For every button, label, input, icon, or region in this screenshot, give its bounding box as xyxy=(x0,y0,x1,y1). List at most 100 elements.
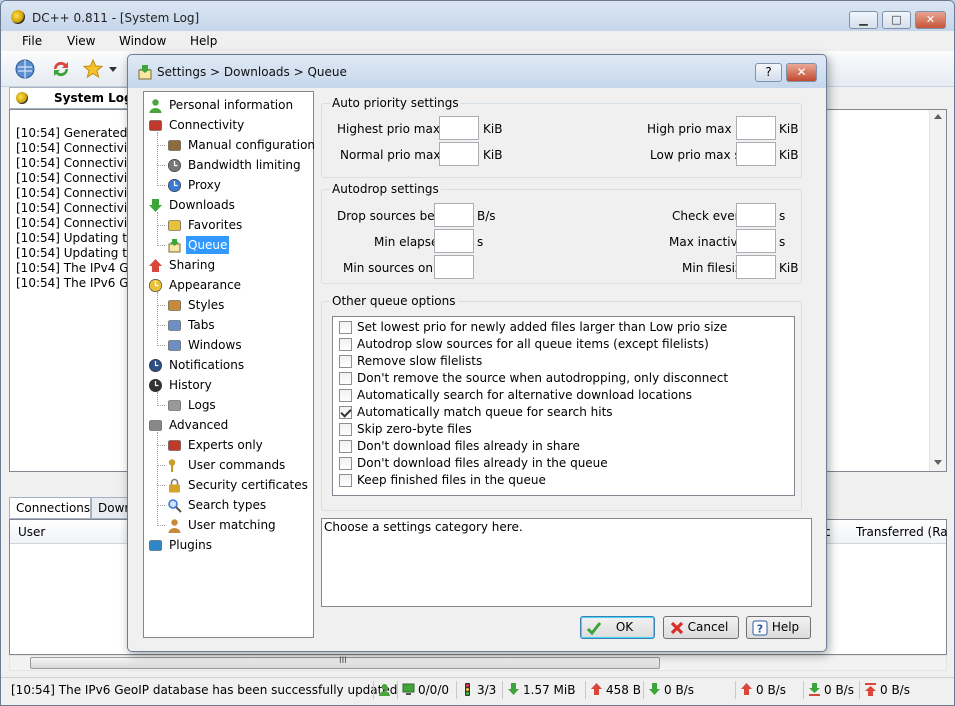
tree-item-label: Manual configuration xyxy=(188,138,316,152)
tree-item-label: Advanced xyxy=(169,418,229,432)
drop-sources-input[interactable] xyxy=(434,203,474,227)
tree-connector xyxy=(157,405,165,406)
min-elapsed-input[interactable] xyxy=(434,229,474,253)
horizontal-scrollbar[interactable]: III xyxy=(9,655,947,671)
min-elapsed-unit: s xyxy=(477,235,484,249)
checkbox[interactable] xyxy=(339,372,352,385)
menu-view[interactable]: View xyxy=(67,34,95,48)
tree-item-label: User commands xyxy=(188,458,286,472)
checkbox[interactable] xyxy=(339,389,352,402)
tools-icon xyxy=(168,440,181,451)
tree-connector xyxy=(157,165,165,166)
checkbox-label: Keep finished files in the queue xyxy=(357,473,546,487)
tree-item-label: Plugins xyxy=(169,538,212,552)
dialog-help-button[interactable]: ? xyxy=(755,63,782,82)
tree-item-label: Proxy xyxy=(188,178,221,192)
tree-connector xyxy=(157,185,165,186)
max-inactivity-input[interactable] xyxy=(736,229,776,253)
dialog-close-button[interactable]: ✕ xyxy=(786,63,817,82)
upload-arrow-icon xyxy=(149,259,162,272)
tree-connector xyxy=(157,445,165,446)
checkbox[interactable] xyxy=(339,338,352,351)
menu-help[interactable]: Help xyxy=(190,34,217,48)
log-file-icon xyxy=(168,400,181,411)
min-sources-input[interactable] xyxy=(434,255,474,279)
tree-item-label: Appearance xyxy=(169,278,242,292)
status-down-speed: 0 B/s xyxy=(643,681,694,699)
status-away[interactable] xyxy=(373,681,397,699)
check-every-unit: s xyxy=(779,209,786,223)
maximize-button[interactable]: □ xyxy=(882,11,911,29)
column-transferred[interactable]: Transferred (Ratio) xyxy=(856,525,948,539)
favorite-hubs-icon[interactable] xyxy=(82,58,104,80)
log-line: [10:54] The IPv4 GeoIP database xyxy=(16,261,133,275)
auto-priority-group: Auto priority settings Highest prio max … xyxy=(321,96,802,178)
tree-connector xyxy=(157,245,165,246)
tab-system-log[interactable]: System Log xyxy=(9,87,135,109)
log-line: [10:54] Connectivity: Active mode xyxy=(16,201,133,215)
group-title: Other queue options xyxy=(330,294,458,308)
down-limit: 0 B/s xyxy=(824,683,854,697)
status-bar: [10:54] The IPv6 GeoIP database has been… xyxy=(1,677,954,701)
close-button[interactable]: ✕ xyxy=(915,11,946,29)
checkbox[interactable] xyxy=(339,406,352,419)
dcpp-app-icon xyxy=(11,10,25,24)
tree-item-label: Search types xyxy=(188,498,267,512)
menu-file[interactable]: File xyxy=(22,34,42,48)
check-every-input[interactable] xyxy=(736,203,776,227)
checkbox-label: Don't download files already in share xyxy=(357,439,580,453)
reconnect-icon[interactable] xyxy=(50,58,72,80)
favorite-folder-icon xyxy=(168,220,181,231)
checkbox-label: Skip zero-byte files xyxy=(357,422,472,436)
scroll-up-icon[interactable] xyxy=(934,114,942,119)
low-prio-input[interactable] xyxy=(736,142,776,166)
status-up-limit[interactable]: 0 B/s xyxy=(859,681,910,699)
download-limit-icon xyxy=(809,683,820,696)
minimize-button[interactable]: ▁ xyxy=(849,11,878,29)
tree-item-label: Favorites xyxy=(188,218,243,232)
log-vertical-scrollbar[interactable] xyxy=(929,110,946,471)
chevron-down-icon[interactable] xyxy=(108,58,118,80)
hubs-count: 0/0/0 xyxy=(418,683,449,697)
column-user[interactable]: User xyxy=(18,525,45,539)
tab-connections[interactable]: Connections xyxy=(9,497,91,519)
public-hubs-icon[interactable] xyxy=(14,58,36,80)
window-title: DC++ 0.811 - [System Log] xyxy=(32,11,200,25)
antenna-icon xyxy=(149,120,162,131)
normal-prio-input[interactable] xyxy=(439,142,479,166)
tree-item-label: Windows xyxy=(188,338,242,352)
download-arrow-icon xyxy=(508,683,519,695)
checkbox[interactable] xyxy=(339,423,352,436)
status-uploaded: 458 B xyxy=(585,681,641,699)
checkbox[interactable] xyxy=(339,355,352,368)
low-prio-unit: KiB xyxy=(779,148,799,162)
help-button[interactable]: ? Help xyxy=(746,616,811,639)
download-arrow-icon xyxy=(149,199,162,212)
uploaded-total: 458 B xyxy=(606,683,641,697)
highest-prio-input[interactable] xyxy=(439,116,479,140)
scroll-thumb[interactable]: III xyxy=(30,656,660,669)
group-title: Autodrop settings xyxy=(330,182,441,196)
checkbox[interactable] xyxy=(339,321,352,334)
queue-options-checklist: Set lowest prio for newly added files la… xyxy=(332,316,795,496)
checkbox[interactable] xyxy=(339,440,352,453)
high-prio-input[interactable] xyxy=(736,116,776,140)
tree-item-label: Tabs xyxy=(188,318,215,332)
status-down-limit[interactable]: 0 B/s xyxy=(803,681,854,699)
status-message: [10:54] The IPv6 GeoIP database has been… xyxy=(11,683,398,697)
log-line: [10:54] Updating the IPv6 GeoIP xyxy=(16,246,133,260)
min-filesize-input[interactable] xyxy=(736,255,776,279)
scroll-down-icon[interactable] xyxy=(934,460,942,465)
mdi-tab-strip: System Log xyxy=(9,87,135,109)
tree-item-label: User matching xyxy=(188,518,276,532)
log-line: [10:54] Updating the IPv4 GeoIP xyxy=(16,231,133,245)
min-filesize-unit: KiB xyxy=(779,261,799,275)
checkbox[interactable] xyxy=(339,474,352,487)
menu-window[interactable]: Window xyxy=(119,34,166,48)
dcpp-tab-icon xyxy=(16,92,28,104)
checkbox[interactable] xyxy=(339,457,352,470)
ok-button[interactable]: OK xyxy=(580,616,655,639)
high-prio-unit: KiB xyxy=(779,122,799,136)
tree-connector xyxy=(157,132,158,186)
cancel-button[interactable]: Cancel xyxy=(663,616,739,639)
